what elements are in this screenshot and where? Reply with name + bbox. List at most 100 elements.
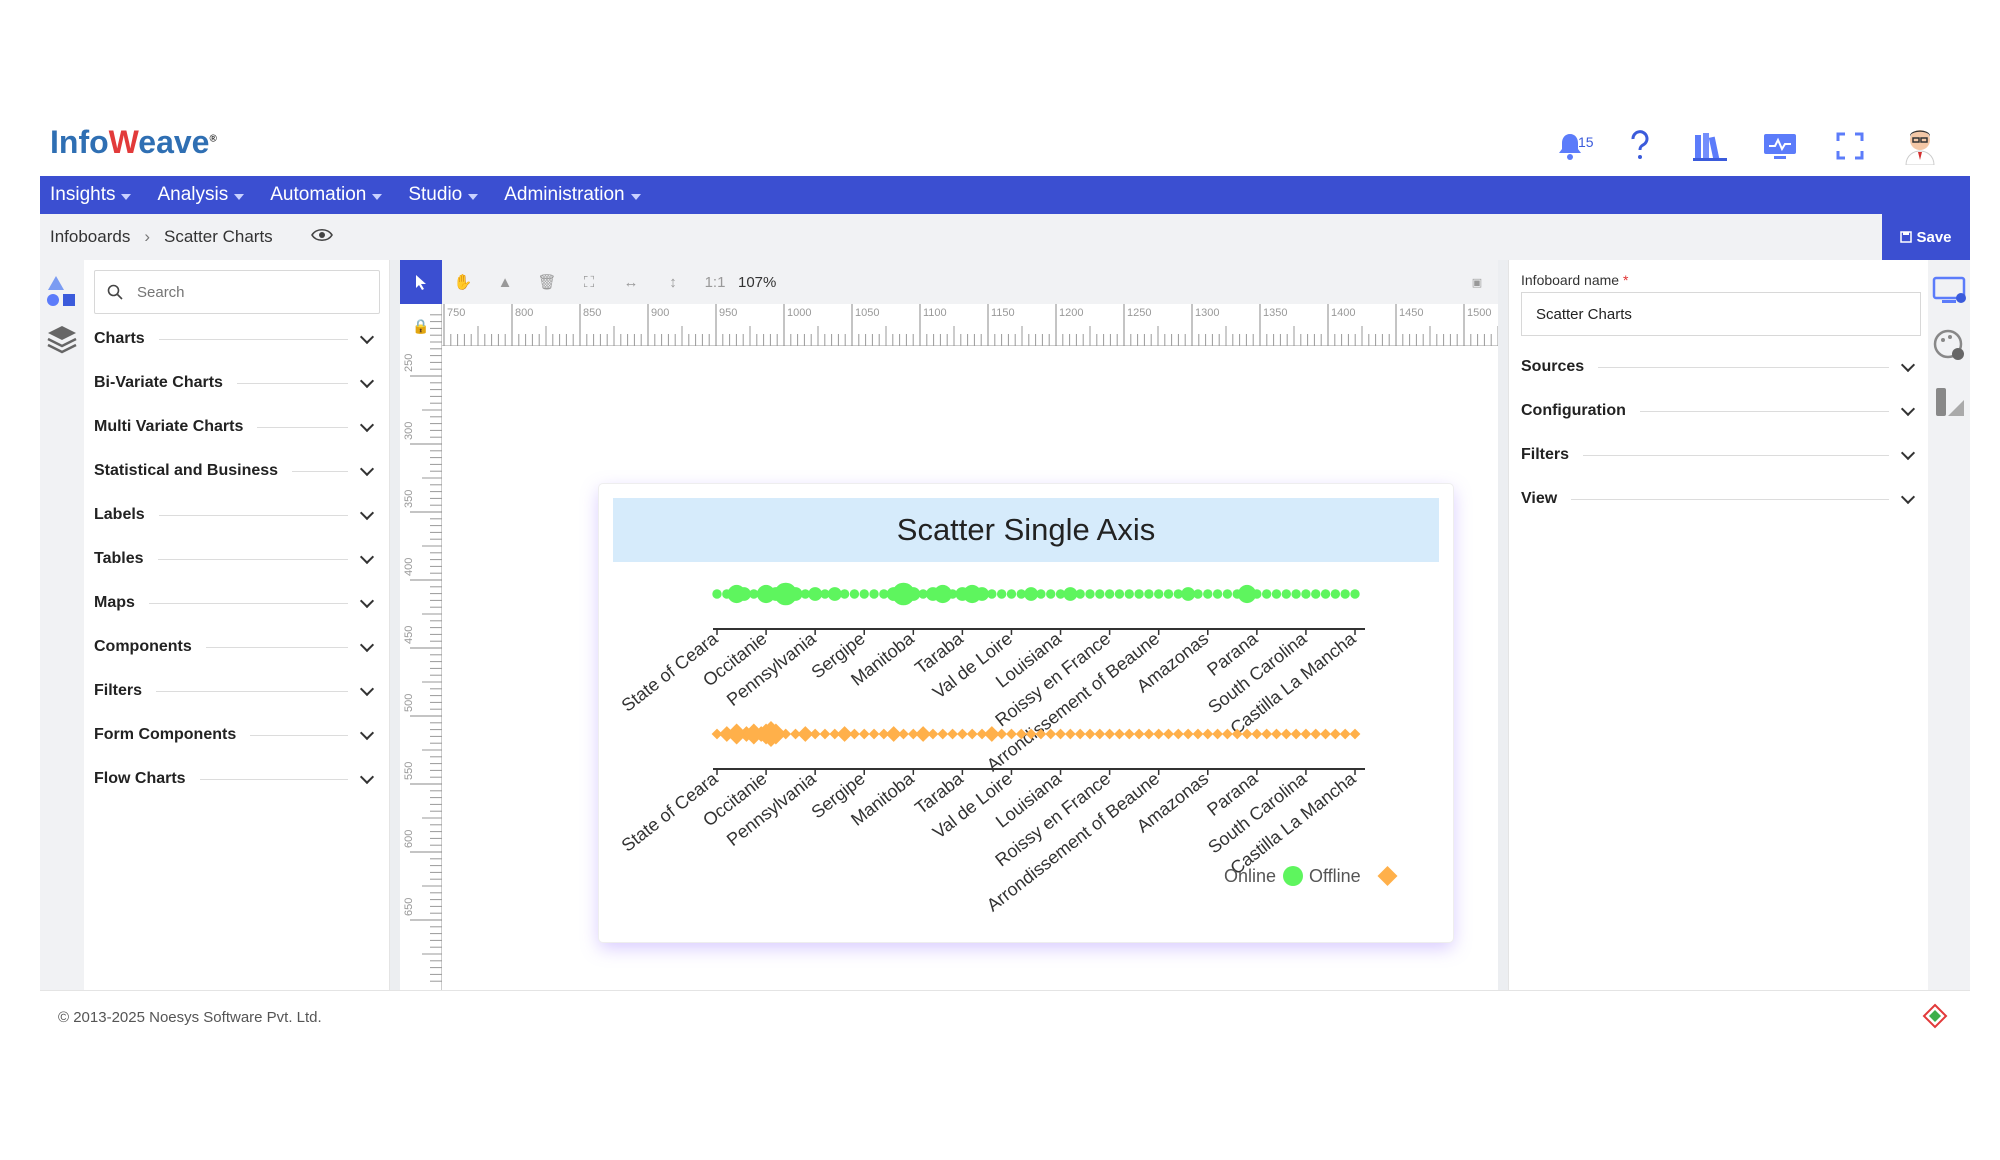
- scatter-point-online[interactable]: [712, 589, 722, 599]
- scatter-point-online[interactable]: [1024, 587, 1038, 601]
- scatter-point-online[interactable]: [1046, 589, 1056, 599]
- scatter-point-online[interactable]: [1144, 589, 1154, 599]
- scatter-point-offline[interactable]: [996, 728, 1008, 740]
- scatter-point-online[interactable]: [1212, 589, 1223, 599]
- scatter-point-offline[interactable]: [1212, 728, 1223, 740]
- layers-icon[interactable]: [42, 320, 82, 360]
- fit-width-icon[interactable]: ↔: [610, 260, 652, 304]
- select-pointer-tool[interactable]: [400, 260, 442, 304]
- scatter-point-online[interactable]: [1193, 589, 1203, 599]
- library-icon[interactable]: [1690, 126, 1730, 166]
- scatter-point-offline[interactable]: [1261, 728, 1273, 740]
- scatter-point-offline[interactable]: [1172, 728, 1184, 740]
- pan-hand-tool[interactable]: ✋: [442, 260, 484, 304]
- fit-screen-icon[interactable]: ⛶: [568, 260, 610, 304]
- palette-category[interactable]: Charts: [94, 324, 380, 354]
- scatter-point-offline[interactable]: [898, 728, 909, 740]
- scatter-point-online[interactable]: [1330, 589, 1341, 599]
- scatter-point-offline[interactable]: [1094, 728, 1106, 740]
- palette-category[interactable]: Maps: [94, 588, 380, 618]
- scatter-point-online[interactable]: [1350, 589, 1360, 599]
- help-small-icon[interactable]: ▣: [1456, 260, 1498, 304]
- scatter-point-offline[interactable]: [1153, 728, 1165, 740]
- scatter-point-offline[interactable]: [1182, 728, 1194, 740]
- scatter-point-online[interactable]: [849, 589, 860, 599]
- scatter-point-online[interactable]: [1271, 589, 1282, 599]
- user-avatar[interactable]: [1900, 126, 1940, 166]
- delete-trash-icon[interactable]: 🗑: [526, 260, 568, 304]
- scatter-point-offline[interactable]: [868, 728, 880, 740]
- properties-section[interactable]: Filters: [1521, 440, 1921, 470]
- help-icon[interactable]: [1620, 126, 1660, 166]
- scatter-point-online[interactable]: [788, 587, 803, 601]
- menu-studio[interactable]: Studio: [408, 184, 479, 206]
- scatter-point-online[interactable]: [906, 587, 921, 601]
- menu-administration[interactable]: Administration: [504, 184, 641, 206]
- scatter-point-online[interactable]: [1181, 587, 1196, 601]
- menu-automation[interactable]: Automation: [270, 184, 383, 206]
- scatter-point-online[interactable]: [1203, 589, 1213, 599]
- scatter-point-offline[interactable]: [849, 728, 860, 740]
- palette-category[interactable]: Labels: [94, 500, 380, 530]
- scatter-point-offline[interactable]: [966, 728, 978, 740]
- scatter-point-online[interactable]: [987, 589, 997, 599]
- palette-category[interactable]: Components: [94, 632, 380, 662]
- scatter-chart-widget[interactable]: Scatter Single Axis State of Ceara Occita…: [599, 484, 1453, 942]
- scatter-point-offline[interactable]: [858, 728, 870, 740]
- scatter-point-offline[interactable]: [1280, 728, 1292, 740]
- properties-section[interactable]: View: [1521, 484, 1921, 514]
- data-style-icon[interactable]: [1930, 382, 1970, 422]
- scatter-point-online[interactable]: [1134, 589, 1144, 599]
- scatter-point-online[interactable]: [808, 587, 823, 601]
- scatter-point-online[interactable]: [737, 587, 751, 601]
- scatter-point-online[interactable]: [1036, 589, 1046, 599]
- palette-category[interactable]: Flow Charts: [94, 764, 380, 794]
- scatter-point-offline[interactable]: [1114, 728, 1125, 740]
- scatter-point-online[interactable]: [1075, 589, 1085, 599]
- monitor-icon[interactable]: [1760, 126, 1800, 166]
- scatter-point-offline[interactable]: [1192, 728, 1204, 740]
- infoweave-logo[interactable]: InfoWeave®: [50, 124, 217, 161]
- fit-height-icon[interactable]: ↕: [652, 260, 694, 304]
- scatter-point-offline[interactable]: [1339, 728, 1351, 740]
- palette-category[interactable]: Form Components: [94, 720, 380, 750]
- scatter-point-online[interactable]: [869, 589, 879, 599]
- menu-insights[interactable]: Insights: [50, 184, 132, 206]
- breadcrumb-root[interactable]: Infoboards: [50, 227, 130, 247]
- scatter-point-offline[interactable]: [1064, 728, 1076, 740]
- scatter-point-offline[interactable]: [947, 728, 958, 740]
- scatter-point-online[interactable]: [996, 589, 1007, 599]
- properties-resize-handle[interactable]: [1498, 260, 1508, 990]
- scatter-point-offline[interactable]: [1202, 728, 1214, 740]
- scatter-point-online[interactable]: [1006, 589, 1017, 599]
- scatter-point-offline[interactable]: [1290, 728, 1302, 740]
- lock-icon[interactable]: 🔒: [412, 318, 429, 335]
- scatter-point-online[interactable]: [827, 587, 842, 601]
- scatter-point-online[interactable]: [1095, 589, 1105, 599]
- scatter-point-online[interactable]: [1063, 587, 1078, 601]
- search-input[interactable]: [137, 283, 357, 301]
- scatter-point-online[interactable]: [1320, 589, 1331, 599]
- scatter-point-offline[interactable]: [927, 728, 939, 740]
- shapes-tool[interactable]: ▲: [484, 260, 526, 304]
- save-button[interactable]: Save: [1882, 214, 1970, 260]
- scatter-point-online[interactable]: [975, 587, 989, 601]
- scatter-point-offline[interactable]: [809, 728, 821, 740]
- scatter-point-online[interactable]: [859, 589, 869, 599]
- scatter-point-offline[interactable]: [1133, 728, 1145, 740]
- scatter-point-offline[interactable]: [1251, 728, 1263, 740]
- search-box[interactable]: [94, 270, 380, 314]
- scatter-point-online[interactable]: [1222, 589, 1233, 599]
- scatter-point-online[interactable]: [1281, 589, 1291, 599]
- preview-eye-icon[interactable]: [310, 227, 333, 247]
- theme-palette-icon[interactable]: [1930, 326, 1970, 366]
- scatter-point-online[interactable]: [1291, 589, 1301, 599]
- properties-section[interactable]: Sources: [1521, 352, 1921, 382]
- scatter-point-online[interactable]: [1114, 589, 1125, 599]
- scatter-point-offline[interactable]: [1055, 728, 1066, 740]
- infoboard-name-input[interactable]: [1521, 292, 1921, 336]
- scatter-point-online[interactable]: [1261, 589, 1272, 599]
- legend-marker[interactable]: [1283, 866, 1303, 886]
- palette-category[interactable]: Filters: [94, 676, 380, 706]
- scatter-point-online[interactable]: [1085, 589, 1095, 599]
